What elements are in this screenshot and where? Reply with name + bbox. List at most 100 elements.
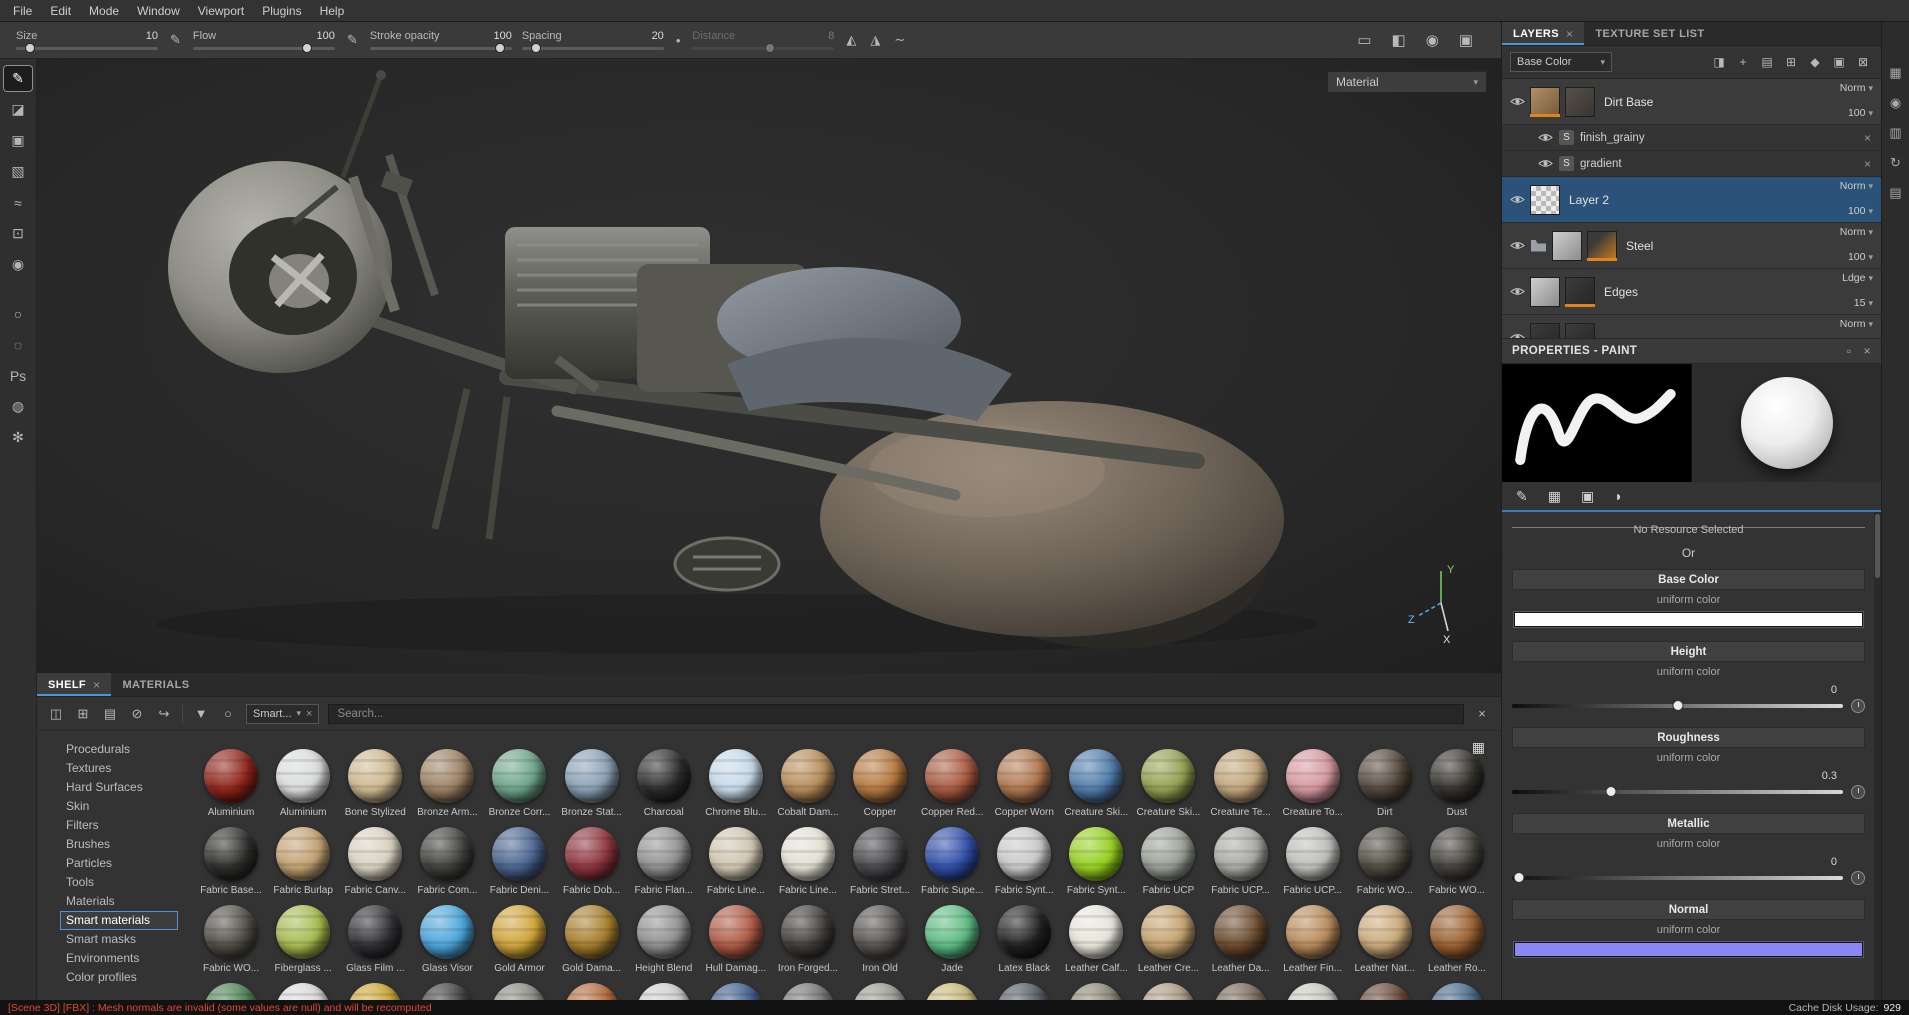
material-item[interactable]: [195, 983, 267, 1000]
material-item[interactable]: Dust: [1421, 749, 1493, 818]
toggle-hidden-icon[interactable]: ⊘: [128, 706, 146, 722]
material-item[interactable]: Fabric Line...: [700, 827, 772, 896]
category-color-profiles[interactable]: Color profiles: [61, 969, 177, 986]
material-item[interactable]: Fabric Flan...: [628, 827, 700, 896]
menu-plugins[interactable]: Plugins: [253, 2, 310, 20]
tab-shelf[interactable]: SHELF ×: [37, 673, 112, 696]
filter-funnel-icon[interactable]: ▼: [192, 706, 210, 721]
slider-handle[interactable]: [1513, 872, 1525, 883]
material-item[interactable]: Creature Te...: [1205, 749, 1277, 818]
close-icon[interactable]: ×: [1864, 344, 1871, 358]
material-item[interactable]: Creature Ski...: [1060, 749, 1132, 818]
alpha-shape-alt-icon[interactable]: ◮: [868, 32, 882, 48]
material-item[interactable]: Copper: [844, 749, 916, 818]
material-item[interactable]: [844, 983, 916, 1000]
size-pressure-pen-icon[interactable]: ✎: [168, 32, 183, 48]
layer-thumbnail[interactable]: [1565, 86, 1595, 117]
material-item[interactable]: Glass Film ...: [339, 905, 411, 974]
material-item[interactable]: Height Blend: [628, 905, 700, 974]
material-item[interactable]: [339, 983, 411, 1000]
material-item[interactable]: Cobalt Dam...: [772, 749, 844, 818]
material-item[interactable]: Fabric Burlap: [267, 827, 339, 896]
material-item[interactable]: Iron Old: [844, 905, 916, 974]
material-item[interactable]: Jade: [916, 905, 988, 974]
material-item[interactable]: Iron Forged...: [772, 905, 844, 974]
material-item[interactable]: [988, 983, 1060, 1000]
add-smart-material-icon[interactable]: ◆: [1805, 55, 1825, 69]
material-item[interactable]: Fabric WO...: [1421, 827, 1493, 896]
symmetry-icon[interactable]: ◌: [4, 332, 32, 357]
layer-visibility-eye-icon[interactable]: [1510, 286, 1525, 297]
display-settings-panel-icon[interactable]: ▥: [1887, 124, 1905, 142]
material-item[interactable]: [772, 983, 844, 1000]
category-textures[interactable]: Textures: [61, 760, 177, 777]
size-slider[interactable]: [16, 43, 158, 53]
slider-handle[interactable]: [1605, 786, 1617, 797]
camera-icon[interactable]: ◉: [1424, 31, 1441, 49]
material-item[interactable]: Fabric UCP...: [1277, 827, 1349, 896]
material-item[interactable]: Leather Ro...: [1421, 905, 1493, 974]
material-item[interactable]: Fabric Stret...: [844, 827, 916, 896]
baking-icon[interactable]: ◍: [4, 394, 32, 419]
material-item[interactable]: Charcoal: [628, 749, 700, 818]
material-item[interactable]: Fabric Base...: [195, 827, 267, 896]
material-item[interactable]: [1421, 983, 1493, 1000]
spacing-dot-icon[interactable]: •: [674, 33, 683, 48]
layer-row[interactable]: Edges Ldge ▾ 15 ▾: [1502, 269, 1881, 315]
paint-brush-tool[interactable]: ✎: [4, 66, 32, 91]
eraser-tool[interactable]: ◪: [4, 97, 32, 122]
channel-mode-dropdown[interactable]: uniform color: [1512, 666, 1865, 678]
layer-row[interactable]: Steel Norm ▾ 100 ▾: [1502, 223, 1881, 269]
menu-edit[interactable]: Edit: [41, 2, 80, 20]
remove-filter-icon[interactable]: ×: [306, 708, 312, 720]
log-panel-icon[interactable]: ▤: [1887, 184, 1905, 202]
blend-mode-select[interactable]: Norm ▾: [1840, 180, 1873, 192]
material-item[interactable]: Aluminium: [267, 749, 339, 818]
material-item[interactable]: Fabric WO...: [195, 905, 267, 974]
layer-row[interactable]: Dirt Base Norm ▾ 100 ▾: [1502, 79, 1881, 125]
size-slider-handle[interactable]: [25, 43, 36, 53]
live-filter-icon[interactable]: ○: [219, 706, 237, 721]
menu-mode[interactable]: Mode: [80, 2, 128, 20]
layer-thumbnail[interactable]: [1565, 322, 1595, 338]
color-swatch[interactable]: [1514, 942, 1863, 957]
effect-row[interactable]: Sfinish_grainy ×: [1502, 125, 1881, 151]
material-item[interactable]: Chrome Blu...: [700, 749, 772, 818]
tab-texture-set-list[interactable]: TEXTURE SET LIST: [1584, 22, 1715, 45]
material-item[interactable]: [1277, 983, 1349, 1000]
spacing-slider[interactable]: [521, 43, 664, 53]
material-picker-tool[interactable]: ◉: [4, 252, 32, 277]
viewport-3d[interactable]: Material ▾ Y Z X: [37, 59, 1501, 673]
material-item[interactable]: [1205, 983, 1277, 1000]
perspective-cube-icon[interactable]: ◧: [1390, 31, 1408, 49]
category-hard-surfaces[interactable]: Hard Surfaces: [61, 779, 177, 796]
material-item[interactable]: Fabric WO...: [1349, 827, 1421, 896]
list-view-icon[interactable]: ▤: [101, 706, 119, 722]
category-smart-masks[interactable]: Smart masks: [61, 931, 177, 948]
layer-thumbnail[interactable]: [1565, 276, 1595, 307]
export-resources-icon[interactable]: ↪: [155, 706, 173, 722]
layer-thumbnail[interactable]: [1530, 276, 1560, 307]
material-item[interactable]: Bronze Corr...: [483, 749, 555, 818]
import-resources-icon[interactable]: ⊞: [74, 706, 92, 722]
texture-set-settings-panel-icon[interactable]: ▦: [1887, 64, 1905, 82]
blend-mode-select[interactable]: Norm ▾: [1840, 82, 1873, 94]
material-item[interactable]: Bronze Arm...: [411, 749, 483, 818]
tab-layers[interactable]: LAYERS ×: [1502, 22, 1585, 45]
scrollbar-thumb[interactable]: [1875, 514, 1880, 578]
material-item[interactable]: Leather Cre...: [1132, 905, 1204, 974]
undock-icon[interactable]: ▫: [1847, 344, 1852, 358]
distance-slider[interactable]: [692, 43, 835, 53]
material-item[interactable]: Gold Armor: [483, 905, 555, 974]
material-item[interactable]: [267, 983, 339, 1000]
material-item[interactable]: [700, 983, 772, 1000]
lazy-mouse-icon[interactable]: ∼: [892, 32, 907, 48]
tab-materials[interactable]: MATERIALS: [111, 673, 200, 696]
screenshot-icon[interactable]: ▣: [1457, 31, 1475, 49]
opacity-select[interactable]: 100 ▾: [1848, 205, 1873, 217]
search-input[interactable]: [328, 703, 1464, 724]
opacity-select[interactable]: 100 ▾: [1848, 107, 1873, 119]
material-item[interactable]: Creature To...: [1277, 749, 1349, 818]
layer-visibility-eye-icon[interactable]: [1538, 158, 1553, 169]
material-item[interactable]: Fabric Synt...: [1060, 827, 1132, 896]
